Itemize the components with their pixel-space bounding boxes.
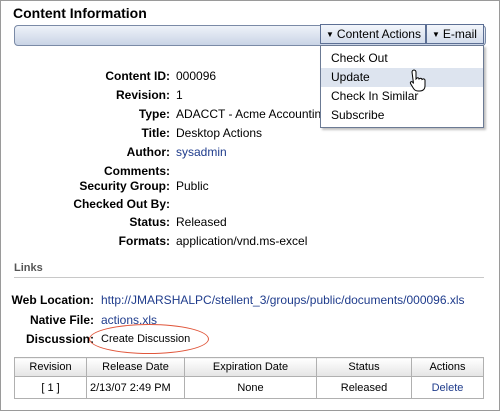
revisions-table: Revision Release Date Expiration Date St… [14, 357, 484, 399]
security-group-value: Public [176, 179, 209, 193]
chevron-down-icon: ▼ [432, 30, 440, 39]
discussion-label: Discussion: [25, 332, 94, 346]
hand-pointer-icon [409, 69, 426, 92]
chevron-down-icon: ▼ [326, 30, 334, 39]
menu-item-check-out[interactable]: Check Out [321, 49, 483, 68]
menu-item-update[interactable]: Update [321, 68, 483, 87]
content-actions-menu: Check Out Update Check In Similar Subscr… [320, 45, 484, 128]
revision-number: [ 1 ] [41, 381, 60, 394]
native-file-label: Native File: [29, 313, 94, 327]
web-location-link[interactable]: http://JMARSHALPC/stellent_3/groups/publ… [101, 293, 465, 307]
formats-label: Formats: [118, 234, 170, 248]
expiration-date-cell: None [184, 376, 317, 399]
highlight-ellipse [89, 324, 209, 354]
comments-label: Comments: [103, 164, 170, 178]
content-actions-button[interactable]: ▼ Content Actions [320, 24, 426, 44]
actions-cell: Delete [411, 376, 484, 399]
content-actions-label: Content Actions [336, 27, 421, 41]
column-header-revision: Revision [14, 357, 87, 377]
revision-value: 1 [176, 88, 183, 102]
content-id-value: 000096 [176, 69, 217, 83]
content-id-label: Content ID: [105, 69, 170, 83]
revision-cell: [ 1 ] [14, 376, 87, 399]
status-cell: Released [316, 376, 412, 399]
delete-link[interactable]: Delete [432, 382, 464, 394]
email-button[interactable]: ▼ E-mail [426, 24, 484, 44]
checked-out-by-label: Checked Out By: [73, 197, 170, 211]
email-label: E-mail [442, 27, 477, 41]
links-heading: Links [14, 262, 43, 274]
author-link[interactable]: sysadmin [176, 145, 227, 159]
table-header-row: Revision Release Date Expiration Date St… [14, 357, 484, 377]
release-date-cell: 2/13/07 2:49 PM [86, 376, 185, 399]
menu-item-check-in-similar[interactable]: Check In Similar [321, 87, 483, 106]
author-label: Author: [126, 145, 170, 159]
security-group-label: Security Group: [79, 179, 170, 193]
status-label: Status: [129, 215, 170, 229]
web-location-label: Web Location: [11, 293, 94, 307]
type-value: ADACCT - Acme Accountin [176, 107, 322, 121]
menu-item-subscribe[interactable]: Subscribe [321, 106, 483, 125]
table-row: [ 1 ] 2/13/07 2:49 PM None Released Dele… [14, 376, 484, 399]
links-divider [14, 277, 484, 278]
title-value: Desktop Actions [176, 126, 263, 140]
formats-value: application/vnd.ms-excel [176, 234, 308, 248]
column-header-status: Status [316, 357, 412, 377]
column-header-actions: Actions [411, 357, 484, 377]
type-label: Type: [138, 107, 170, 121]
section-title: Content Information [13, 5, 147, 21]
revision-label: Revision: [115, 88, 170, 102]
status-value: Released [176, 215, 227, 229]
column-header-release-date: Release Date [86, 357, 185, 377]
column-header-expiration-date: Expiration Date [184, 357, 317, 377]
title-label: Title: [141, 126, 170, 140]
